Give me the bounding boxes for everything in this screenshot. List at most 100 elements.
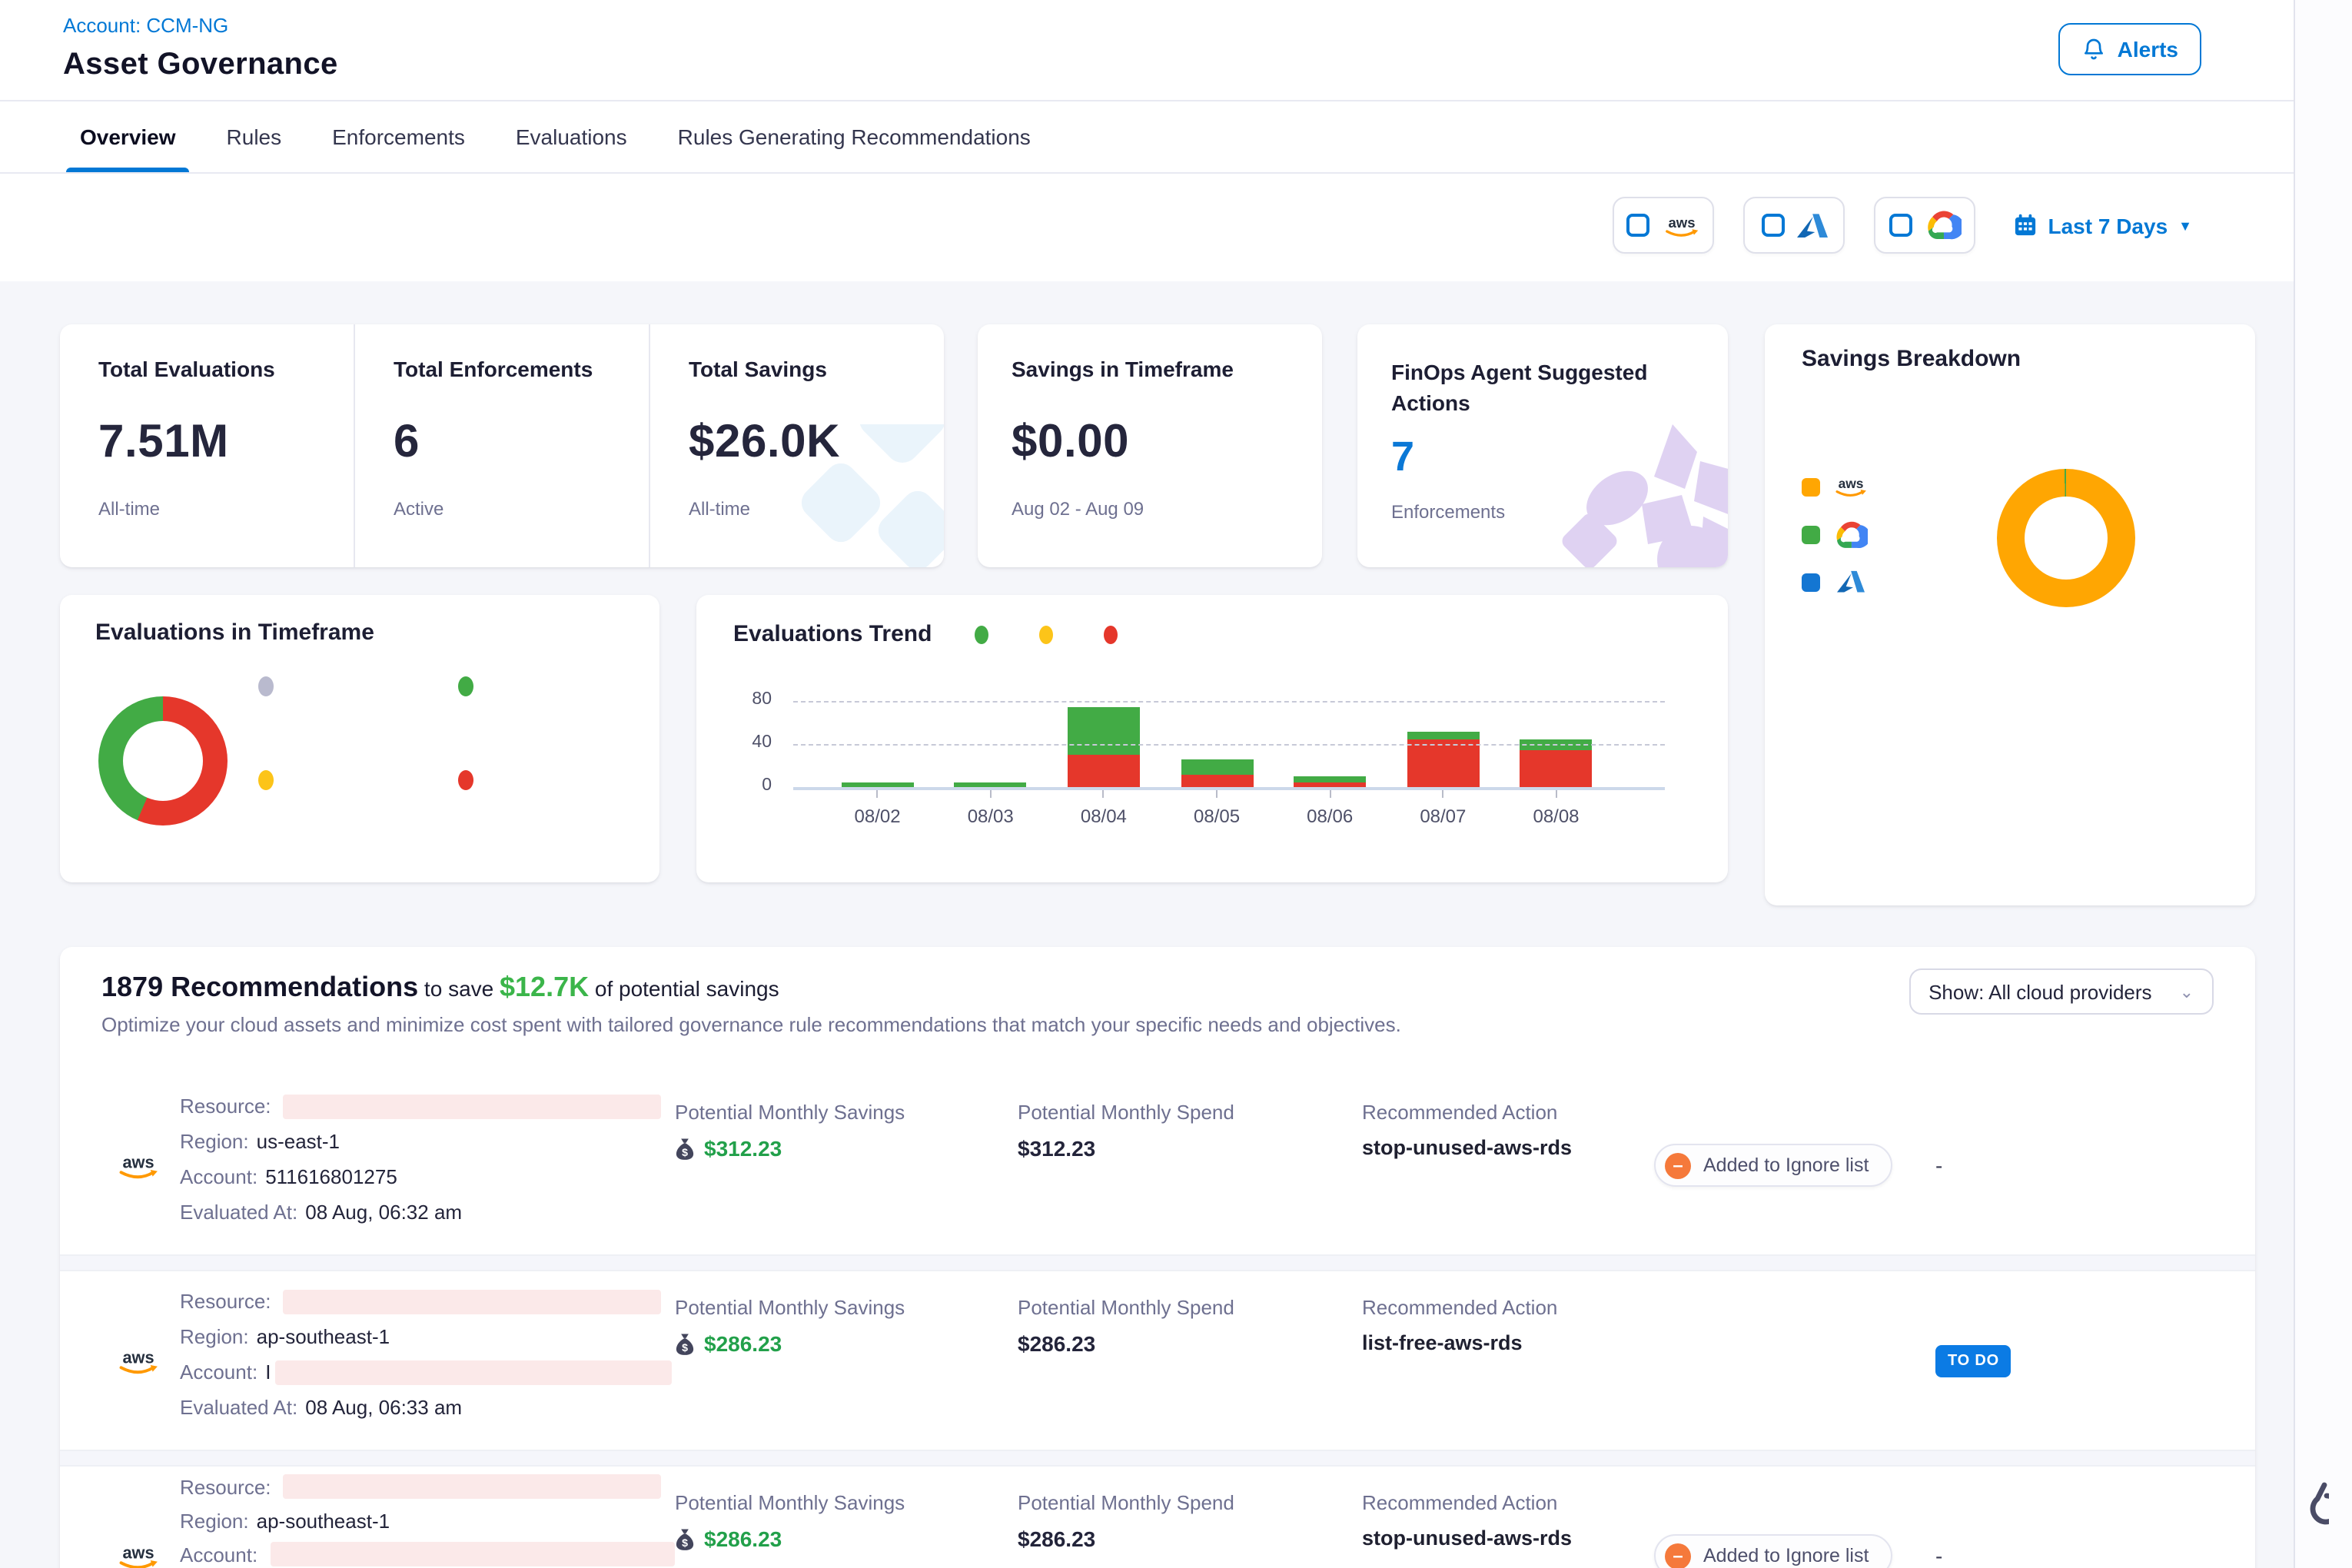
redacted-resource xyxy=(284,1474,662,1499)
aws-logo-icon: aws xyxy=(115,1467,180,1568)
evaluations-legend-item-failed xyxy=(458,770,658,864)
recommendations-list: awsResource:Region:us-east-1Account:5116… xyxy=(60,1076,2255,1568)
provider-filter-chip-gcp[interactable] xyxy=(1875,197,1976,254)
x-label: 08/04 xyxy=(1081,806,1127,827)
account-value: 511616801275 xyxy=(265,1165,397,1188)
legend-swatch xyxy=(1802,525,1820,543)
legend-dot xyxy=(1104,625,1118,643)
savings-value: $286.23 xyxy=(704,1526,782,1551)
bell-icon xyxy=(2082,37,2107,61)
tab-rules[interactable]: Rules xyxy=(222,101,287,172)
evaluations-in-timeframe-card: Evaluations in Timeframe xyxy=(60,595,659,882)
region-value: ap-southeast-1 xyxy=(257,1325,390,1348)
bar-group-08-02 xyxy=(821,675,934,787)
breakdown-legend-item-aws: aws xyxy=(1802,472,1952,501)
aws-checkbox[interactable] xyxy=(1626,214,1649,237)
tab-evaluations[interactable]: Evaluations xyxy=(511,101,632,172)
x-axis-label-08-06: 08/06 xyxy=(1274,790,1387,827)
savings-breakdown-card: Savings Breakdown aws xyxy=(1765,324,2255,905)
bar-segment-success xyxy=(1407,731,1479,739)
x-tick xyxy=(1442,790,1443,798)
x-tick xyxy=(1216,790,1218,798)
bar-segment-success xyxy=(1294,776,1366,782)
money-bag-icon: $ xyxy=(675,1527,695,1550)
stat-value: $26.0K xyxy=(689,417,929,469)
stat-title: Total Evaluations xyxy=(98,357,338,381)
y-axis-tick-40: 40 xyxy=(732,733,772,752)
bar-segment-failed xyxy=(1294,782,1366,787)
svg-text:aws: aws xyxy=(1668,214,1695,230)
stat-title: Total Savings xyxy=(689,357,929,381)
stat-value: 7 xyxy=(1391,433,1694,480)
stat-caption: Enforcements xyxy=(1391,500,1694,522)
bar-segment-failed xyxy=(1068,755,1140,787)
tab-enforcements[interactable]: Enforcements xyxy=(327,101,470,172)
added-to-ignore-list-pill[interactable]: –Added to Ignore list xyxy=(1654,1534,1892,1568)
azure-checkbox[interactable] xyxy=(1762,214,1785,237)
evaluations-trend-chart: 08/0208/0308/0408/0508/0608/0708/08 0408… xyxy=(781,675,1665,844)
x-axis-label-08-04: 08/04 xyxy=(1047,790,1160,827)
azure-logo-icon xyxy=(1832,570,1869,593)
spend-value: $312.23 xyxy=(1018,1136,1362,1161)
provider-filter-chip-aws[interactable]: aws xyxy=(1613,197,1715,254)
bar-group-08-06 xyxy=(1274,675,1387,787)
savings-breakdown-legend: aws xyxy=(1802,472,1952,596)
breakdown-legend-item-azure xyxy=(1802,567,1952,596)
account-breadcrumb-link[interactable]: Account: CCM-NG xyxy=(63,14,228,37)
redacted-account xyxy=(270,1542,675,1566)
evaluated-at-value: 08 Aug, 06:32 am xyxy=(305,1201,462,1224)
added-to-ignore-list-pill[interactable]: –Added to Ignore list xyxy=(1654,1144,1892,1187)
stat-total-enforcements: Total Enforcements 6 Active xyxy=(354,324,649,567)
region-value: us-east-1 xyxy=(257,1130,340,1153)
bar-segment-failed xyxy=(1520,749,1593,787)
filter-strip: aws Last 7 Days ▼ xyxy=(0,174,2294,280)
date-range-picker[interactable]: Last 7 Days ▼ xyxy=(2015,213,2193,238)
savings-value: $286.23 xyxy=(704,1331,782,1356)
status-empty: - xyxy=(1935,1153,1942,1178)
alerts-button[interactable]: Alerts xyxy=(2059,23,2201,75)
cloud-provider-filter-select[interactable]: Show: All cloud providers ⌄ xyxy=(1909,968,2214,1015)
svg-text:aws: aws xyxy=(122,1151,154,1171)
stat-title: Savings in Timeframe xyxy=(1012,357,1288,381)
main-content: Account: CCM-NG Asset Governance Alerts … xyxy=(0,0,2294,1568)
legend-swatch xyxy=(1802,477,1820,496)
redacted-account xyxy=(275,1360,672,1384)
legend-dot xyxy=(258,770,274,790)
recommended-action: Recommended Actionlist-free-aws-rds xyxy=(1362,1271,1654,1450)
evaluations-legend-item-total-evaluations xyxy=(258,676,458,770)
x-tick xyxy=(990,790,992,798)
trend-legend-item-failed xyxy=(1104,625,1128,643)
recommended-action: Recommended Actionstop-unused-aws-rds xyxy=(1362,1076,1654,1254)
recommendation-row[interactable]: awsResource:Region:ap-southeast-1Account… xyxy=(60,1467,2255,1568)
gcp-checkbox[interactable] xyxy=(1889,214,1912,237)
legend-dot xyxy=(458,676,473,696)
tab-rules-generating-recommendations[interactable]: Rules Generating Recommendations xyxy=(673,101,1035,172)
evaluations-trend-title: Evaluations Trend xyxy=(733,621,932,647)
provider-filter-chip-azure[interactable] xyxy=(1744,197,1845,254)
stat-caption: All-time xyxy=(98,498,338,520)
row-separator xyxy=(60,1450,2255,1467)
help-icon[interactable] xyxy=(2304,1482,2329,1545)
potential-monthly-spend: Potential Monthly Spend$286.23 xyxy=(1018,1271,1362,1450)
recommendations-subtitle: Optimize your cloud assets and minimize … xyxy=(101,1013,1401,1036)
recommendation-row[interactable]: awsResource:Region:us-east-1Account:5116… xyxy=(60,1076,2255,1254)
recommendation-row[interactable]: awsResource:Region:ap-southeast-1Account… xyxy=(60,1271,2255,1450)
ignore-pill-label: Added to Ignore list xyxy=(1703,1545,1869,1566)
evaluations-legend-item-success xyxy=(458,676,658,770)
provider-filter-chips: aws xyxy=(1613,197,1976,254)
stat-value: 6 xyxy=(394,417,633,469)
status-empty: - xyxy=(1935,1543,1942,1568)
action-value: stop-unused-aws-rds xyxy=(1362,1526,1654,1550)
page-header: Account: CCM-NG Asset Governance Alerts xyxy=(0,0,2294,101)
legend-dot xyxy=(1039,625,1053,643)
aws-logo-icon: aws xyxy=(1832,475,1869,498)
x-axis-label-08-02: 08/02 xyxy=(821,790,934,827)
minus-circle-icon: – xyxy=(1665,1543,1691,1568)
tab-overview[interactable]: Overview xyxy=(75,101,181,172)
money-bag-icon: $ xyxy=(675,1137,695,1160)
savings-in-timeframe-card: Savings in Timeframe $0.00 Aug 02 - Aug … xyxy=(978,324,1322,567)
gcp-logo-icon xyxy=(1925,211,1962,240)
x-axis-label-08-07: 08/07 xyxy=(1387,790,1500,827)
bar-group-08-03 xyxy=(934,675,1047,787)
cloud-provider-filter-label: Show: All cloud providers xyxy=(1928,980,2152,1003)
